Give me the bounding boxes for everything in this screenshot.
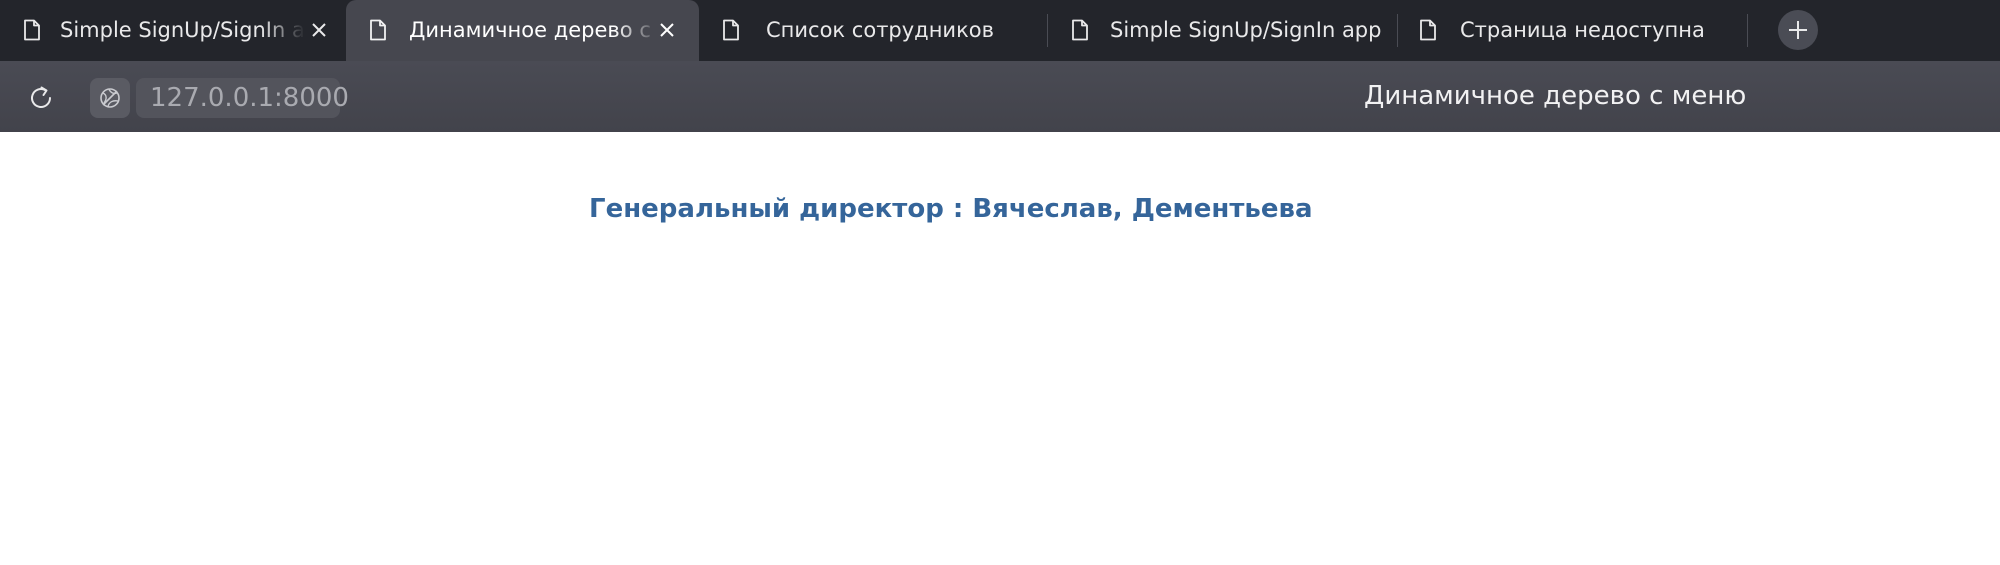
tab-label: Страница недоступна [1460, 18, 1705, 42]
new-tab-button[interactable] [1778, 10, 1818, 50]
page-title: Динамичное дерево с меню [1364, 81, 1747, 111]
site-info-button[interactable] [90, 78, 130, 118]
tab-label: Динамичное дерево с меню [409, 18, 659, 42]
tab-simple-signup-2[interactable]: Simple SignUp/SignIn app [1048, 0, 1398, 61]
tab-page-unavailable[interactable]: Страница недоступна [1398, 0, 1748, 61]
tab-dynamic-tree[interactable]: Динамичное дерево с меню [346, 0, 699, 61]
reload-icon[interactable] [26, 83, 56, 113]
document-icon [1420, 19, 1436, 41]
address-bar[interactable]: 127.0.0.1:8000 [136, 78, 349, 118]
document-icon [24, 19, 40, 41]
page-content: Генеральный директор : Вячеслав, Дементь… [0, 132, 2000, 565]
document-icon [723, 19, 739, 41]
plus-icon [1789, 21, 1807, 39]
globe-icon [100, 88, 120, 108]
tab-label: Simple SignUp/SignIn app [60, 18, 305, 42]
toolbar: 127.0.0.1:8000 Динамичное дерево с меню [0, 61, 2000, 132]
close-icon[interactable] [658, 21, 676, 39]
tab-separator [1747, 14, 1748, 47]
document-icon [1072, 19, 1088, 41]
tab-employee-list[interactable]: Список сотрудников [699, 0, 1048, 61]
close-icon[interactable] [310, 21, 328, 39]
tab-bar: Simple SignUp/SignIn app Динамичное дере… [0, 0, 2000, 61]
tab-label: Simple SignUp/SignIn app [1110, 18, 1382, 42]
document-icon [370, 19, 386, 41]
tab-simple-signup-1[interactable]: Simple SignUp/SignIn app [0, 0, 346, 61]
tree-root-heading[interactable]: Генеральный директор : Вячеслав, Дементь… [589, 194, 1313, 224]
tab-label: Список сотрудников [766, 18, 994, 42]
